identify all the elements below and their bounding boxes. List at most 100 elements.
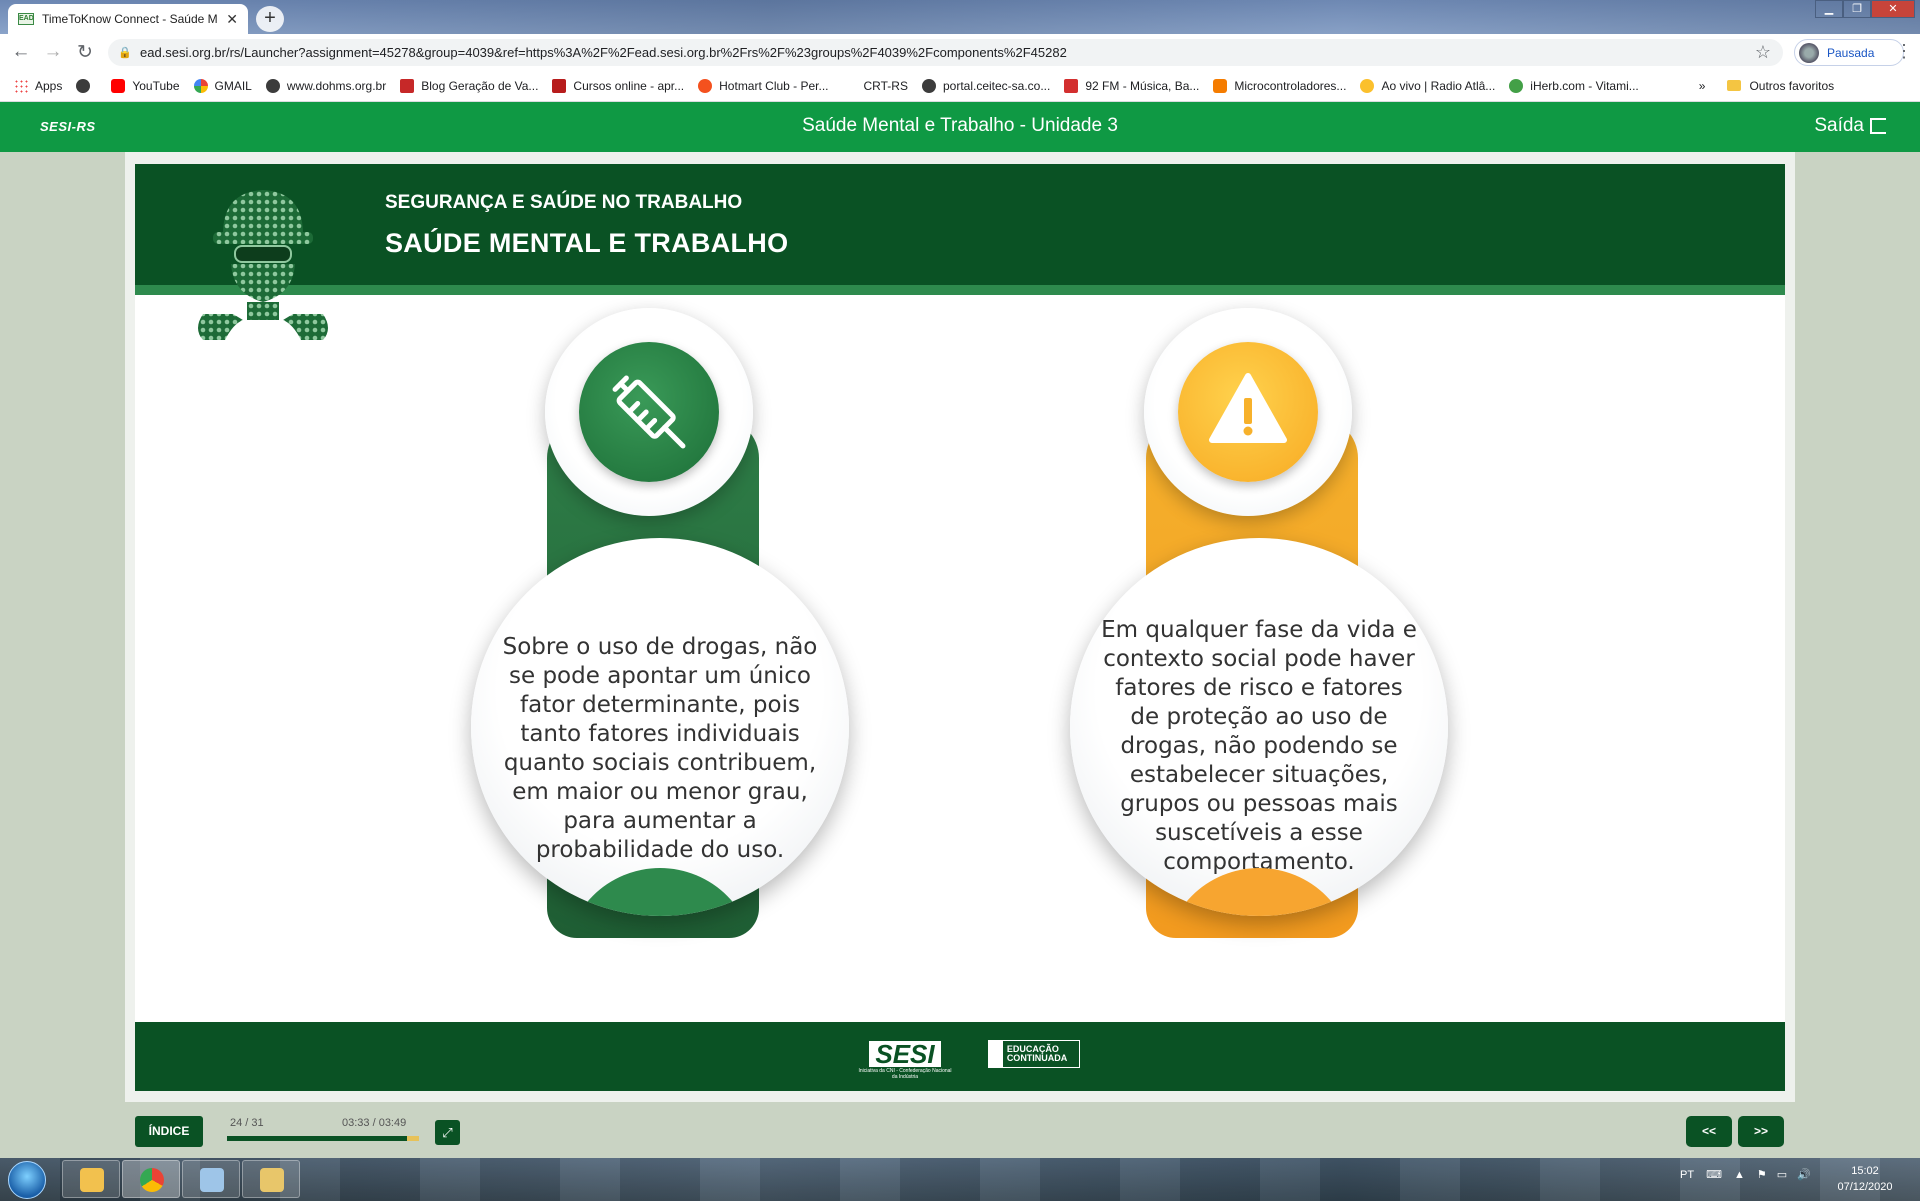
- bookmark-crt[interactable]: CRT-RS: [843, 79, 908, 93]
- player-controls: ÍNDICE 24 / 31 03:33 / 03:49 ⤢ << >>: [0, 1102, 1920, 1158]
- bookmark-microcontroladores[interactable]: Microcontroladores...: [1213, 78, 1346, 93]
- system-clock[interactable]: 15:02 07/12/2020: [1830, 1163, 1900, 1195]
- edu-logo-mark-icon: [989, 1041, 1003, 1067]
- clock-time: 15:02: [1851, 1165, 1879, 1177]
- leaf-icon: [1509, 78, 1524, 93]
- fullscreen-expand-icon[interactable]: ⤢: [435, 1120, 460, 1145]
- folder-icon: [260, 1168, 284, 1192]
- globe-icon: [76, 78, 91, 93]
- bookmark-iherb[interactable]: iHerb.com - Vitami...: [1509, 78, 1639, 93]
- taskbar-chrome[interactable]: [122, 1160, 180, 1198]
- taskbar-paint[interactable]: [182, 1160, 240, 1198]
- profile-button[interactable]: Pausada: [1794, 39, 1904, 66]
- tab-title: TimeToKnow Connect - Saúde M: [42, 12, 218, 26]
- avatar: [1799, 42, 1819, 63]
- card-text: Sobre o uso de drogas, não se pode apont…: [502, 634, 818, 863]
- youtube-icon: [111, 78, 126, 93]
- taskbar-explorer[interactable]: [242, 1160, 300, 1198]
- radio-icon: [1360, 78, 1375, 93]
- bookmark-apps[interactable]: Apps: [14, 78, 62, 93]
- lock-icon[interactable]: 🔒: [118, 46, 132, 59]
- taskbar-outlook[interactable]: [62, 1160, 120, 1198]
- course-slide: SEGURANÇA E SAÚDE NO TRABALHO SAÚDE MENT…: [135, 164, 1785, 1091]
- bookmark-hotmart[interactable]: Hotmart Club - Per...: [698, 78, 829, 93]
- bookmark-92fm[interactable]: 92 FM - Música, Ba...: [1064, 78, 1199, 93]
- blank-page-icon: [843, 79, 857, 93]
- page-counter: 24 / 31: [230, 1117, 264, 1129]
- info-card-drug-use: Sobre o uso de drogas, não se pode apont…: [445, 298, 885, 958]
- chrome-icon: [140, 1168, 164, 1192]
- exit-label: Saída: [1814, 115, 1864, 136]
- progress-fill: [227, 1136, 408, 1141]
- bookmarks-bar: Apps YouTube GMAIL www.dohms.org.br Blog…: [0, 70, 1920, 102]
- bookmark-star-icon[interactable]: ☆: [1755, 42, 1771, 63]
- maximize-button[interactable]: ❐: [1843, 0, 1871, 18]
- browser-tab-strip: EAD TimeToKnow Connect - Saúde M ✕ + ▁ ❐…: [0, 0, 1920, 34]
- start-button[interactable]: [8, 1161, 46, 1199]
- course-footer: SESI Iniciativa da CNI - Confederação Na…: [135, 1022, 1785, 1091]
- bookmark-youtube[interactable]: [76, 78, 97, 93]
- address-bar-row: ← → ↻ 🔒 ead.sesi.org.br/rs/Launcher?assi…: [0, 34, 1920, 70]
- globe-icon: [921, 78, 936, 93]
- course-title: SAÚDE MENTAL E TRABALHO: [385, 228, 789, 258]
- other-bookmarks-folder[interactable]: Outros favoritos: [1727, 79, 1834, 93]
- outlook-icon: [80, 1168, 104, 1192]
- worker-mascot-icon: [198, 190, 328, 340]
- kebab-menu-icon[interactable]: ⋮: [1895, 41, 1913, 62]
- bookmark-gmail[interactable]: GMAIL: [193, 78, 252, 93]
- close-window-button[interactable]: ✕: [1871, 0, 1915, 18]
- blogger-icon: [1213, 78, 1228, 93]
- bookmarks-overflow-button[interactable]: »: [1699, 79, 1706, 93]
- flag-icon[interactable]: ⚑: [1757, 1168, 1767, 1181]
- exit-button[interactable]: Saída: [1814, 115, 1886, 137]
- windows-taskbar: PT ⌨ ▲ ⚑ ▭ 🔊 15:02 07/12/2020: [0, 1158, 1920, 1201]
- educacao-continuada-logo: EDUCAÇÃO CONTINUADA: [988, 1040, 1080, 1068]
- browser-tab-active[interactable]: EAD TimeToKnow Connect - Saúde M ✕: [8, 4, 248, 34]
- show-hidden-icons-icon[interactable]: ▲: [1734, 1169, 1745, 1181]
- radio-92-icon: [1064, 78, 1079, 93]
- icon-ring: [545, 308, 753, 516]
- url-omnibox[interactable]: 🔒 ead.sesi.org.br/rs/Launcher?assignment…: [108, 39, 1783, 66]
- sesi-logo: SESI Iniciativa da CNI - Confederação Na…: [858, 1039, 952, 1080]
- next-button[interactable]: >>: [1738, 1116, 1784, 1147]
- paint-icon: [200, 1168, 224, 1192]
- google-icon: [193, 78, 208, 93]
- tabstrip-background: [0, 0, 1920, 34]
- language-indicator[interactable]: PT: [1680, 1169, 1694, 1181]
- bookmark-cursos[interactable]: Cursos online - apr...: [552, 78, 684, 93]
- apps-grid-icon: [14, 78, 28, 93]
- bookmark-blog[interactable]: Blog Geração de Va...: [400, 78, 538, 93]
- course-stage: SEGURANÇA E SAÚDE NO TRABALHO SAÚDE MENT…: [125, 152, 1795, 1102]
- bookmark-ceitec[interactable]: portal.ceitec-sa.co...: [921, 78, 1050, 93]
- course-subtitle: SEGURANÇA E SAÚDE NO TRABALHO: [385, 192, 743, 213]
- forward-arrow-icon[interactable]: →: [42, 41, 64, 63]
- bookmark-dohms[interactable]: www.dohms.org.br: [265, 78, 386, 93]
- clock-date: 07/12/2020: [1837, 1181, 1893, 1193]
- card-text: Em qualquer fase da vida e contexto soci…: [1101, 617, 1417, 875]
- course-header: SEGURANÇA E SAÚDE NO TRABALHO SAÚDE MENT…: [135, 164, 1785, 295]
- minimize-button[interactable]: ▁: [1815, 0, 1843, 18]
- bookmark-youtube-link[interactable]: YouTube: [111, 78, 180, 93]
- page-title: Saúde Mental e Trabalho - Unidade 3: [802, 115, 1118, 136]
- back-arrow-icon[interactable]: ←: [10, 41, 32, 63]
- progress-bar[interactable]: [227, 1136, 419, 1141]
- reload-icon[interactable]: ↻: [74, 41, 96, 64]
- new-tab-button[interactable]: +: [256, 6, 284, 32]
- index-button[interactable]: ÍNDICE: [135, 1116, 203, 1147]
- system-tray: PT ⌨ ▲ ⚑ ▭ 🔊: [1680, 1168, 1811, 1182]
- keyboard-icon[interactable]: ⌨: [1706, 1168, 1722, 1181]
- tab-close-icon[interactable]: ✕: [226, 11, 238, 28]
- warning-icon: [1178, 342, 1318, 482]
- card-text-bubble: Em qualquer fase da vida e contexto soci…: [1070, 538, 1448, 916]
- profile-label: Pausada: [1827, 45, 1875, 60]
- previous-button[interactable]: <<: [1686, 1116, 1732, 1147]
- globe-icon: [265, 78, 280, 93]
- bookmark-radio-atlantida[interactable]: Ao vivo | Radio Atlâ...: [1360, 78, 1495, 93]
- exit-icon: [1870, 118, 1886, 134]
- network-icon[interactable]: ▭: [1777, 1168, 1787, 1181]
- syringe-icon: [579, 342, 719, 482]
- volume-icon[interactable]: 🔊: [1797, 1168, 1811, 1181]
- icon-ring: [1144, 308, 1352, 516]
- card-text-bubble: Sobre o uso de drogas, não se pode apont…: [471, 538, 849, 916]
- folder-icon: [1727, 80, 1742, 91]
